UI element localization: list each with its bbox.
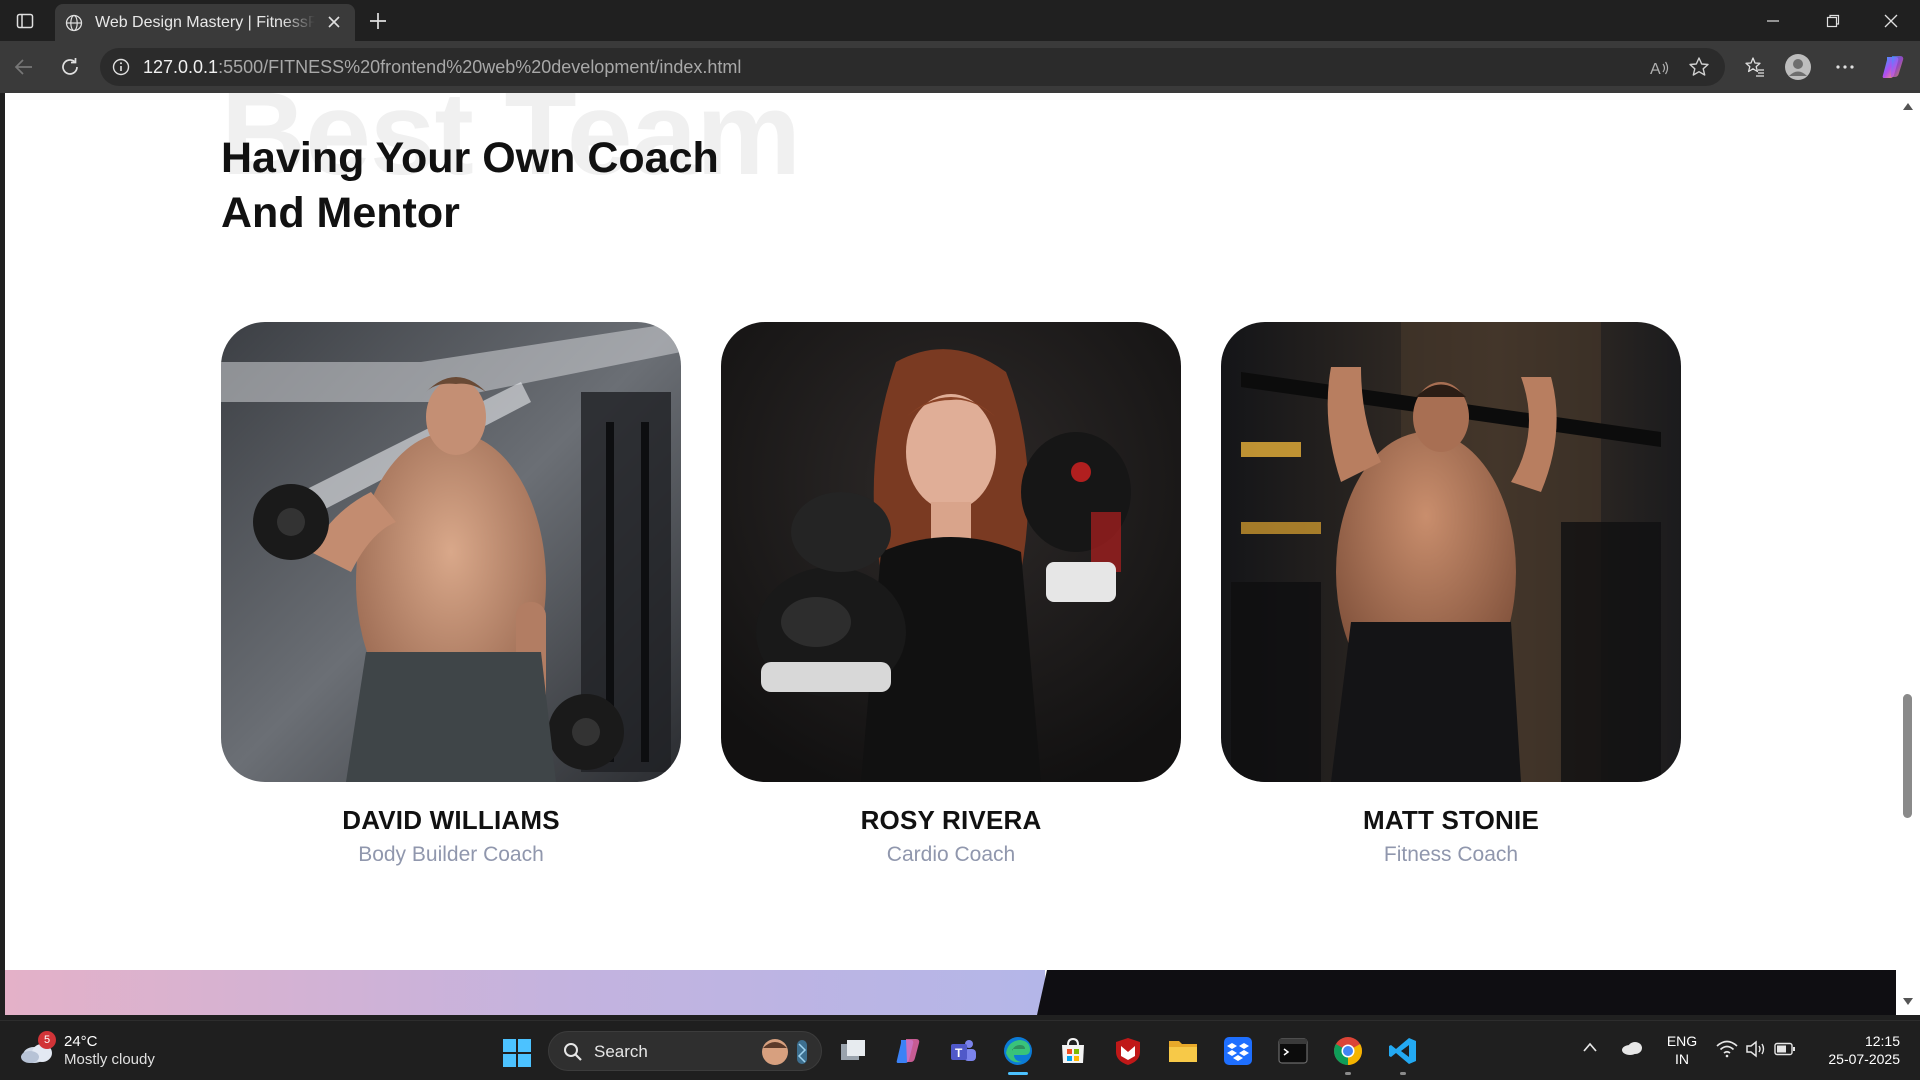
system-clock[interactable]: 12:15 25-07-2025 xyxy=(1810,1032,1900,1068)
weather-temperature: 24°C xyxy=(64,1033,98,1050)
dropbox-icon[interactable] xyxy=(1220,1033,1256,1069)
onedrive-cloud-icon[interactable] xyxy=(1620,1038,1644,1056)
new-tab-icon[interactable] xyxy=(365,8,391,34)
coach-card: ROSY RIVERA Cardio Coach xyxy=(721,322,1181,867)
scroll-down-icon[interactable] xyxy=(1902,997,1914,1007)
volume-icon[interactable] xyxy=(1745,1040,1767,1058)
windows-taskbar: 5 24°C Mostly cloudy Search T ENG IN 12:… xyxy=(0,1020,1920,1080)
edge-browser-icon[interactable] xyxy=(1000,1033,1036,1075)
weather-widget[interactable]: 5 24°C Mostly cloudy xyxy=(20,1031,180,1071)
url-text: 127.0.0.1:5500/FITNESS%20frontend%20web%… xyxy=(143,57,742,77)
coach-photo-boxer xyxy=(721,322,1181,782)
read-aloud-icon[interactable]: A xyxy=(1648,57,1670,79)
task-view-icon[interactable] xyxy=(836,1033,872,1069)
close-tab-icon[interactable] xyxy=(325,13,343,31)
language-indicator[interactable]: ENG IN xyxy=(1664,1032,1700,1068)
terminal-icon[interactable] xyxy=(1275,1033,1311,1069)
more-options-icon[interactable] xyxy=(1831,53,1859,81)
mcafee-icon[interactable] xyxy=(1110,1033,1146,1069)
svg-text:T: T xyxy=(955,1046,963,1060)
chevron-up-icon[interactable] xyxy=(1582,1041,1598,1053)
minimize-button[interactable] xyxy=(1750,6,1796,36)
file-explorer-icon[interactable] xyxy=(1165,1033,1201,1069)
refresh-button[interactable] xyxy=(56,53,84,81)
browser-titlebar: Web Design Mastery | FitnessPoint xyxy=(0,0,1920,41)
wifi-icon[interactable] xyxy=(1716,1040,1738,1058)
scrollbar-thumb[interactable] xyxy=(1903,694,1912,818)
coach-role: Cardio Coach xyxy=(886,843,1016,866)
microsoft-store-icon[interactable] xyxy=(1055,1033,1091,1069)
profile-avatar-icon[interactable] xyxy=(1784,53,1812,81)
address-bar[interactable]: 127.0.0.1:5500/FITNESS%20frontend%20web%… xyxy=(100,48,1725,86)
tab-title: Web Design Mastery | FitnessPoint xyxy=(95,13,315,31)
favorites-icon[interactable] xyxy=(1741,53,1769,81)
search-icon xyxy=(564,1043,582,1061)
notification-badge: 5 xyxy=(38,1031,56,1049)
svg-text:A: A xyxy=(1650,61,1661,78)
search-highlight-icon xyxy=(762,1039,807,1065)
browser-tab-active[interactable]: Web Design Mastery | FitnessPoint xyxy=(55,4,355,41)
coach-photo-bodybuilder xyxy=(221,322,681,782)
copilot-app-icon[interactable] xyxy=(890,1033,926,1069)
vscode-icon[interactable] xyxy=(1385,1033,1421,1075)
coach-name: DAVID WILLIAMS xyxy=(342,805,560,835)
section-heading: Having Your Own Coach And Mentor xyxy=(221,134,719,237)
taskbar-search[interactable]: Search xyxy=(548,1031,822,1071)
gradient-strip xyxy=(5,970,1045,1015)
weather-condition: Mostly cloudy xyxy=(64,1051,155,1068)
coach-card: MATT STONIE Fitness Coach xyxy=(1221,322,1681,867)
close-window-button[interactable] xyxy=(1868,6,1914,36)
chrome-icon[interactable] xyxy=(1330,1033,1366,1075)
coach-name: ROSY RIVERA xyxy=(860,805,1042,835)
next-section-banner xyxy=(5,970,1896,1015)
web-page: Best Team Having Your Own Coach And Ment… xyxy=(5,93,1896,1015)
back-button[interactable] xyxy=(10,53,38,81)
battery-icon[interactable] xyxy=(1774,1042,1796,1056)
copilot-icon[interactable] xyxy=(1879,53,1907,81)
browser-toolbar: 127.0.0.1:5500/FITNESS%20frontend%20web%… xyxy=(0,41,1920,93)
restore-button[interactable] xyxy=(1810,6,1856,36)
windows-start-icon[interactable] xyxy=(502,1038,532,1068)
scroll-up-icon[interactable] xyxy=(1902,101,1914,111)
clock-time: 12:15 xyxy=(1864,1033,1900,1049)
globe-icon xyxy=(65,14,83,31)
teams-icon[interactable]: T xyxy=(945,1033,981,1069)
dark-image-strip xyxy=(1037,970,1896,1015)
page-scrollbar[interactable] xyxy=(1896,93,1920,1015)
tab-actions-icon[interactable] xyxy=(12,8,38,34)
coach-card: DAVID WILLIAMS Body Builder Coach xyxy=(221,322,681,867)
favorite-star-icon[interactable] xyxy=(1688,56,1710,78)
clock-date: 25-07-2025 xyxy=(1828,1051,1900,1067)
site-info-icon[interactable] xyxy=(112,58,130,76)
coach-photo-pullup xyxy=(1221,322,1681,782)
coach-name: MATT STONIE xyxy=(1362,805,1539,835)
coach-role: Body Builder Coach xyxy=(358,843,544,866)
coach-role: Fitness Coach xyxy=(1383,843,1519,866)
search-label: Search xyxy=(594,1042,648,1061)
